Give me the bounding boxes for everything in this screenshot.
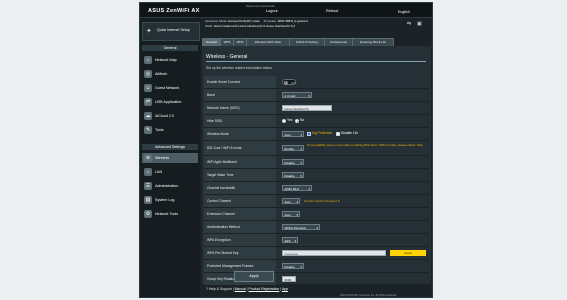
smart-connect-toggle[interactable]: OFF <box>282 79 297 85</box>
sidebar-item-aimesh[interactable]: ◎ AiMesh <box>142 69 198 79</box>
top-bar: ASUS ZenWiFi AX Powered by Asuswrt-Merli… <box>140 3 432 18</box>
row-wpa-encryption: WPA Encryption AES <box>204 234 429 247</box>
advanced-settings-header: Advanced Settings <box>142 144 198 150</box>
manual-link[interactable]: Manual <box>235 287 246 291</box>
router-admin-window: ASUS ZenWiFi AX Powered by Asuswrt-Merli… <box>139 2 433 298</box>
copyright: 2023 ASUSTeK Computer Inc. All rights re… <box>340 294 397 297</box>
sidebar: ✦ Quick Internet Setup General ⌂ Network … <box>140 18 200 297</box>
usb-icon: ⇌ <box>144 98 152 106</box>
system-log-icon: ▤ <box>144 196 152 204</box>
help-support-label: Help & Support <box>208 287 232 291</box>
app-icon[interactable]: ▣ <box>417 21 422 27</box>
app-link[interactable]: App <box>282 287 288 291</box>
row-ax-mode: 802.11ax / WiFi 6 mode Enable If compati… <box>204 141 429 156</box>
row-wireless-mode: Wireless Mode Auto b/g Protection Disabl… <box>204 128 429 141</box>
hide-ssid-yes-radio[interactable] <box>282 119 286 123</box>
sidebar-item-system-log[interactable]: ▤ System Log <box>142 195 198 205</box>
tab-bar: General WPS WDS Wireless MAC Filter RADI… <box>202 38 432 47</box>
quick-internet-setup-button[interactable]: ✦ Quick Internet Setup <box>142 22 200 41</box>
row-band: Band 2.4 GHz <box>204 89 429 102</box>
wpa-encryption-select[interactable]: AES <box>282 237 298 244</box>
sidebar-item-guest-network[interactable]: ☺ Guest Network <box>142 83 198 93</box>
agile-multiband-select[interactable]: Disable <box>282 159 304 166</box>
row-authentication-method: Authentication Method WPA2-Personal <box>204 221 429 234</box>
language-select[interactable]: English <box>398 10 410 14</box>
pmf-select[interactable]: Disable <box>282 263 304 270</box>
control-channel-select[interactable]: Auto <box>282 198 300 205</box>
extension-channel-select[interactable]: Auto <box>282 211 300 218</box>
wireless-mode-select[interactable]: Auto <box>282 131 304 138</box>
tools-icon: ✎ <box>144 126 152 134</box>
product-registration-link[interactable]: Product Registration <box>249 287 280 291</box>
status-strip: Operation Mode: Access Point(AP) mode Fi… <box>205 19 422 28</box>
sidebar-item-network-map[interactable]: ⌂ Network Map <box>142 55 198 65</box>
row-target-wake-time: Target Wake Time Disable <box>204 169 429 182</box>
operation-mode-link[interactable]: Access Point(AP) mode <box>228 19 260 23</box>
reboot-button[interactable]: Reboot <box>326 9 338 13</box>
channel-bandwidth-select[interactable]: 20/40 MHz <box>282 185 312 192</box>
row-wpa-psk: WPA Pre-Shared Key ••••••••••••• Good <box>204 247 429 260</box>
row-hide-ssid: Hide SSID Yes No <box>204 115 429 128</box>
settings-panel: Wireless - General Set up the wireless r… <box>202 46 431 286</box>
administration-icon: ☰ <box>144 182 152 190</box>
hide-ssid-no-radio[interactable] <box>295 119 299 123</box>
apply-button[interactable]: Apply <box>234 271 274 282</box>
sidebar-item-lan[interactable]: ⌂ LAN <box>142 167 198 177</box>
wpa-psk-input[interactable]: ••••••••••••• <box>282 250 386 256</box>
password-strength-badge: Good <box>390 250 426 256</box>
logout-button[interactable]: Logout <box>266 9 278 13</box>
powered-by: Powered by Asuswrt-Merlin <box>246 5 275 8</box>
current-control-channel: Current Control Channel: 5 <box>304 199 340 203</box>
aimesh-icon: ◎ <box>144 70 152 78</box>
sidebar-item-aicloud[interactable]: ☁ AiCloud 2.0 <box>142 111 198 121</box>
row-smart-connect: Enable Smart Connect OFF <box>204 76 429 89</box>
target-wake-time-select[interactable]: Disable <box>282 172 304 179</box>
help-icon: ? <box>206 287 208 291</box>
row-agile-multiband: WiFi Agile Multiband Disable <box>204 156 429 169</box>
band-select[interactable]: 2.4 GHz <box>282 92 312 99</box>
disable-11b-checkbox[interactable] <box>336 132 340 136</box>
row-channel-bandwidth: Channel bandwidth 20/40 MHz <box>204 182 429 195</box>
row-extension-channel: Extension Channel Auto <box>204 208 429 221</box>
ax-mode-faq-note[interactable]: If compatibility issue occurs when enabl… <box>307 143 427 147</box>
page-title: Wireless - General <box>206 54 248 60</box>
wireless-icon: ≋ <box>144 154 152 162</box>
sidebar-item-administration[interactable]: ☰ Administration <box>142 181 198 191</box>
network-map-icon: ⌂ <box>144 56 152 64</box>
group-key-rotation-input[interactable]: 3600 <box>282 276 296 282</box>
sidebar-item-usb-application[interactable]: ⇌ USB Application <box>142 97 198 107</box>
ssid-input[interactable]: Home NowhereTo <box>282 105 332 111</box>
bg-protection-checkbox[interactable] <box>307 132 311 136</box>
title-divider <box>206 61 426 62</box>
sidebar-item-tools[interactable]: ✎ Tools <box>142 125 198 135</box>
lan-icon: ⌂ <box>144 168 152 176</box>
ssid-list: Home NowhereTo Home NowhereTo 5 Home Now… <box>213 24 296 28</box>
sidebar-item-network-tools[interactable]: ⚙ Network Tools <box>142 209 198 219</box>
ax-mode-select[interactable]: Enable <box>282 145 304 152</box>
footer: ? Help & Support | Manual | Product Regi… <box>206 287 397 297</box>
firmware-version[interactable]: 3004.388.8_2-gnuton1 <box>278 19 308 23</box>
cloud-icon: ☁ <box>144 112 152 120</box>
row-control-channel: Control Channel Auto Current Control Cha… <box>204 195 429 208</box>
general-header: General <box>142 45 198 51</box>
sidebar-item-wireless[interactable]: ≋ Wireless <box>142 153 198 163</box>
usb-icon[interactable]: ⇆ <box>407 21 411 27</box>
guest-network-icon: ☺ <box>144 84 152 92</box>
page-description: Set up the wireless related information … <box>206 66 273 70</box>
wizard-icon: ✦ <box>146 28 152 35</box>
network-tools-icon: ⚙ <box>144 210 152 218</box>
authentication-method-select[interactable]: WPA2-Personal <box>282 224 320 231</box>
brand-logo: ASUS ZenWiFi AX <box>148 8 200 14</box>
row-ssid: Network Name (SSID) Home NowhereTo <box>204 102 429 115</box>
